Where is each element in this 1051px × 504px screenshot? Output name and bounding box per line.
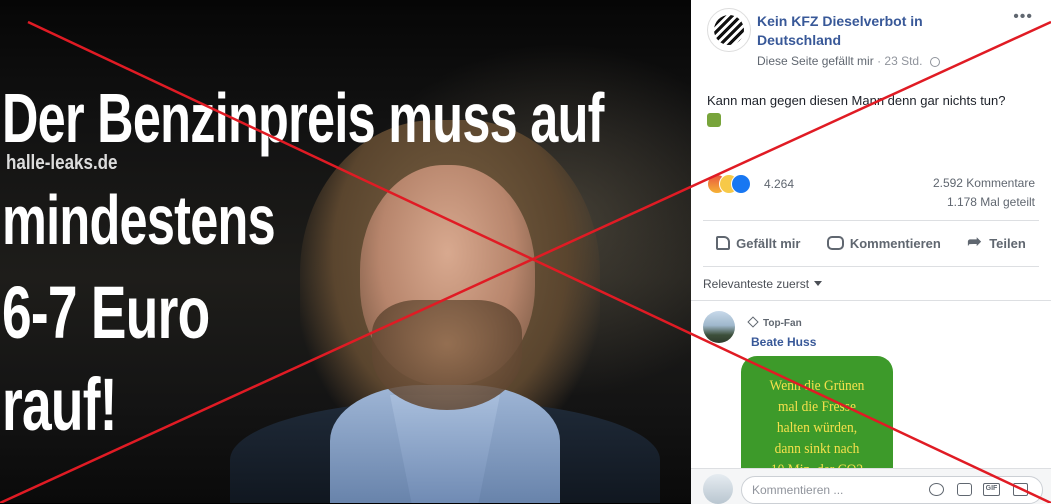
comment-input-placeholder: Kommentieren ... xyxy=(752,483,844,497)
emoji-icon[interactable] xyxy=(929,483,944,496)
share-icon xyxy=(967,232,983,252)
diamond-icon xyxy=(747,316,759,328)
camera-icon[interactable] xyxy=(957,483,972,496)
headline-line-4: rauf! xyxy=(2,363,118,446)
meme-line: dann sinkt nach xyxy=(774,441,860,457)
caret-down-icon xyxy=(814,281,823,286)
commenter-avatar[interactable] xyxy=(703,311,735,343)
post-subline: Diese Seite gefällt mir · 23 Std. xyxy=(757,54,940,68)
like-reaction-icon xyxy=(731,174,751,194)
meme-line: Wenn die Grünen xyxy=(769,378,865,394)
comment-icon xyxy=(826,236,844,250)
reaction-count[interactable]: 4.264 xyxy=(764,177,794,191)
headline-line-3: 6-7 Euro xyxy=(2,271,210,354)
sticker-icon[interactable] xyxy=(1013,483,1028,496)
comment-sort-dropdown[interactable]: Relevanteste zuerst xyxy=(703,277,823,291)
headline-line-1: Der Benzinpreis muss auf xyxy=(2,79,604,157)
page-avatar[interactable] xyxy=(707,8,751,52)
headline-line-2: mindestens xyxy=(2,181,276,259)
comment-image-text: Wenn die Grünen mal die Fresse halten wü… xyxy=(749,376,886,476)
globe-icon xyxy=(929,57,940,67)
comment-sort-label: Relevanteste zuerst xyxy=(703,277,810,291)
divider xyxy=(703,266,1039,267)
like-button-label: Gefällt mir xyxy=(736,235,801,251)
commenter-name[interactable]: Beate Huss xyxy=(751,335,816,349)
top-fan-badge: Top-Fan xyxy=(747,316,802,329)
image-watermark: halle-leaks.de xyxy=(6,152,118,174)
top-fan-label: Top-Fan xyxy=(763,318,802,329)
user-avatar xyxy=(703,474,733,504)
like-button[interactable]: Gefällt mir xyxy=(716,236,800,251)
comments-count[interactable]: 2.592 Kommentare xyxy=(933,176,1035,190)
meme-line: mal die Fresse xyxy=(778,399,856,415)
share-button-label: Teilen xyxy=(989,235,1026,251)
thumbs-up-icon xyxy=(716,236,731,250)
post-time[interactable]: 23 Std. xyxy=(884,54,922,68)
post-text: Kann man gegen diesen Mann denn gar nich… xyxy=(707,93,1006,108)
facebook-post-panel: Kein KFZ Dieselverbot in Deutschland Die… xyxy=(691,0,1051,504)
person-emoji-icon xyxy=(707,113,721,127)
meme-line: halten würden, xyxy=(776,420,858,436)
shares-count[interactable]: 1.178 Mal geteilt xyxy=(947,195,1035,209)
page-liked-text: Diese Seite gefällt mir xyxy=(757,54,874,68)
share-button[interactable]: Teilen xyxy=(967,232,1026,252)
page-name-link[interactable]: Kein KFZ Dieselverbot in Deutschland xyxy=(757,12,977,50)
post-image[interactable]: Der Benzinpreis muss auf mindestens 6-7 … xyxy=(0,0,691,503)
divider xyxy=(703,220,1039,221)
comment-image[interactable]: Wenn die Grünen mal die Fresse halten wü… xyxy=(741,356,893,476)
comment-button-label: Kommentieren xyxy=(849,235,941,251)
gif-icon[interactable]: GIF xyxy=(983,483,1000,496)
divider xyxy=(691,300,1051,301)
post-actions: Gefällt mir Kommentieren Teilen xyxy=(703,228,1039,258)
comment-button[interactable]: Kommentieren xyxy=(826,235,941,251)
more-options-icon[interactable]: ••• xyxy=(1013,8,1033,26)
portrait-beard xyxy=(372,300,522,410)
